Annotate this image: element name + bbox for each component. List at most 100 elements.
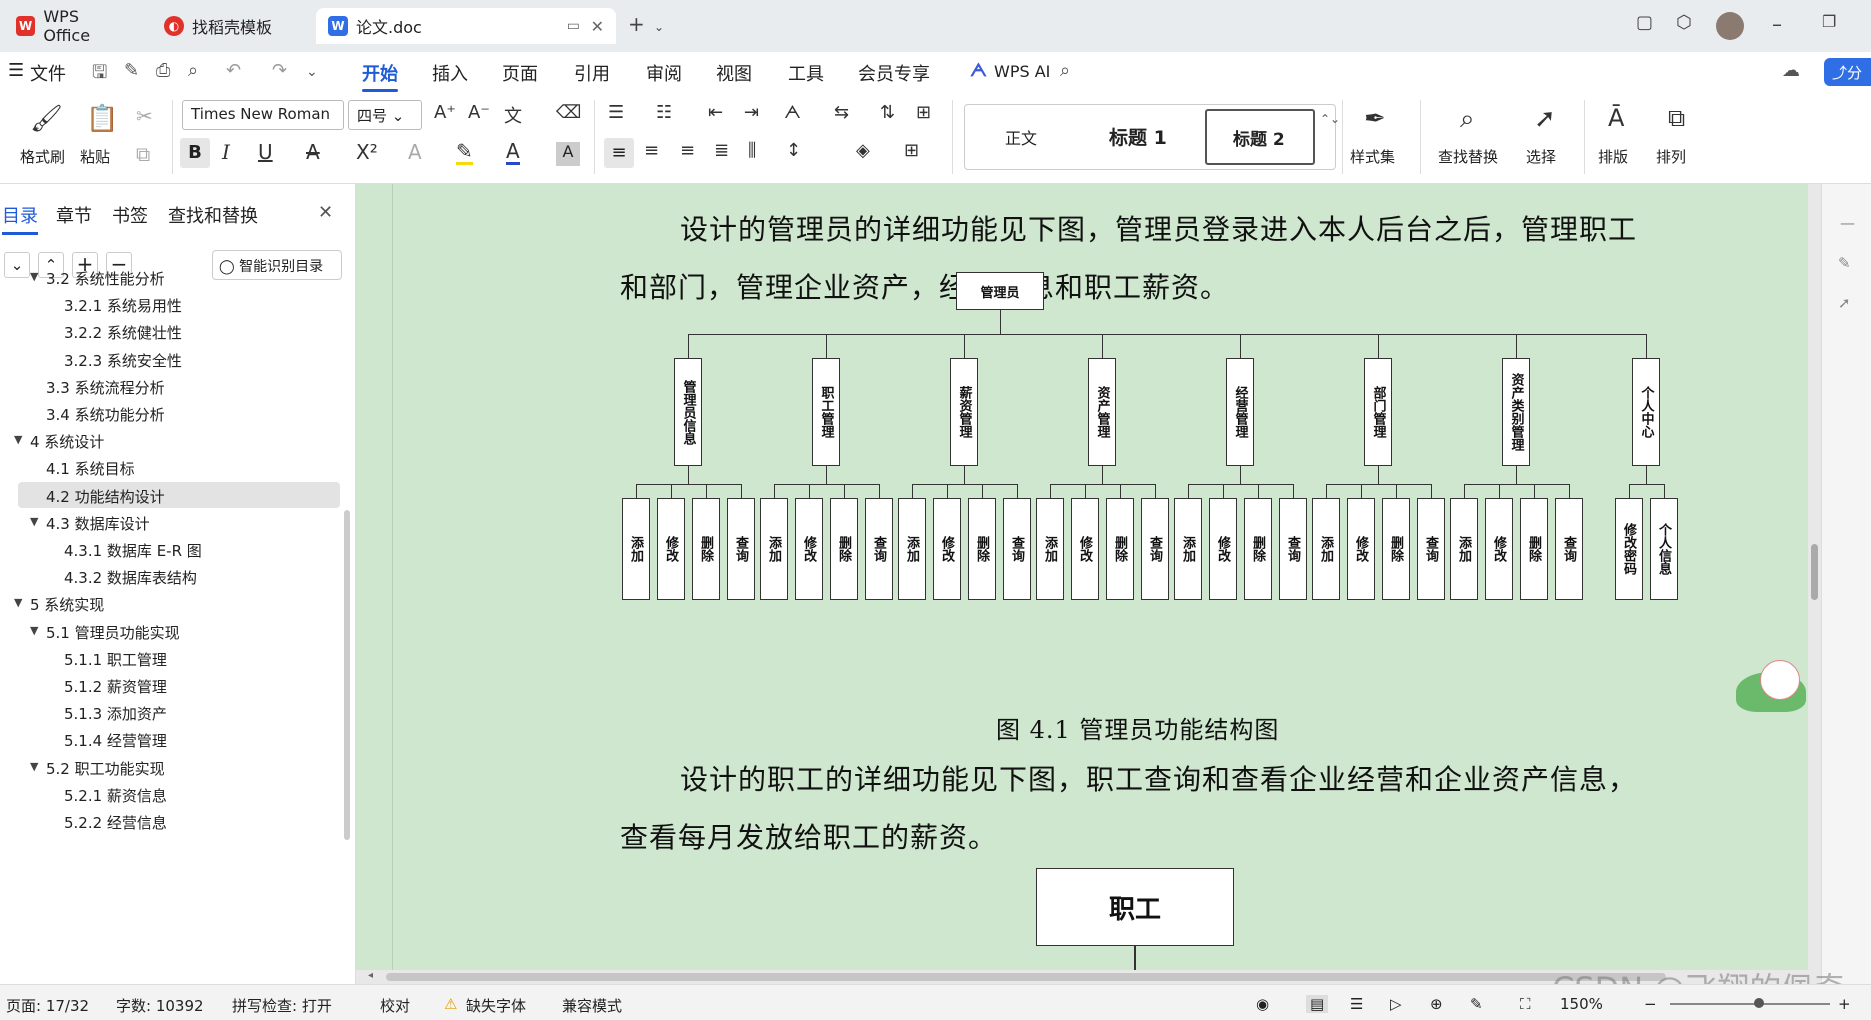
increase-indent-icon[interactable]: ⇥ [744, 102, 759, 123]
align-center-button[interactable]: ≡ [644, 140, 659, 161]
superscript-button[interactable]: X² [356, 140, 378, 164]
cut-icon[interactable]: ✂ [136, 104, 153, 128]
expand-caret-icon[interactable]: ▼ [30, 760, 38, 773]
menu-tab-page[interactable]: 页面 [502, 60, 538, 86]
bullet-list-icon[interactable]: ☰ [608, 102, 624, 123]
menu-hamburger-icon[interactable]: ☰ [8, 60, 24, 81]
print-preview-icon[interactable]: ⌕ [188, 60, 198, 81]
zoom-in-icon[interactable]: + [1838, 995, 1851, 1013]
edit-icon[interactable]: ✎ [1470, 995, 1483, 1013]
menu-tab-home[interactable]: 开始 [362, 60, 398, 92]
paste-icon[interactable]: 📋 [86, 104, 118, 134]
nav-tab-find[interactable]: 查找和替换 [168, 202, 258, 228]
fit-icon[interactable]: ⛶ [1520, 995, 1531, 1013]
layout-icon[interactable]: Ā [1608, 104, 1624, 132]
zoom-level[interactable]: 150% [1560, 995, 1603, 1013]
panel-tool-icon[interactable]: — [1840, 214, 1855, 232]
expand-caret-icon[interactable]: ▼ [14, 433, 22, 446]
menu-tab-insert[interactable]: 插入 [432, 60, 468, 86]
menu-tab-view[interactable]: 视图 [716, 60, 752, 86]
pen-icon[interactable]: ✎ [124, 60, 139, 81]
document-canvas[interactable]: 设计的管理员的详细功能见下图，管理员登录进入本人后台之后，管理职工 和部门，管理… [356, 184, 1821, 984]
page-view-icon[interactable]: ▤ [1306, 995, 1329, 1013]
expand-caret-icon[interactable]: ▼ [14, 596, 22, 609]
new-tab-icon[interactable]: + [628, 12, 645, 36]
window-mode-icon[interactable]: ▭ [567, 18, 580, 34]
phonetic-icon[interactable]: 文 [504, 102, 522, 128]
nav-tab-toc[interactable]: 目录 [2, 202, 38, 235]
cloud-icon[interactable]: ☁ [1782, 60, 1800, 81]
shrink-font-icon[interactable]: A⁻ [468, 102, 490, 123]
save-icon[interactable]: 🖫 [92, 60, 107, 90]
select-cursor-icon[interactable]: ➚ [1534, 104, 1556, 134]
tab-wps-office[interactable]: W WPS Office [4, 7, 140, 45]
maximize-icon[interactable]: ❐ [1822, 12, 1836, 31]
menu-tab-member[interactable]: 会员专享 [858, 60, 930, 86]
quick-access-chevron-icon[interactable]: ⌄ [306, 64, 318, 80]
undo-icon[interactable]: ↶ [226, 60, 241, 81]
underline-button[interactable]: U [258, 140, 273, 164]
expand-caret-icon[interactable]: ▼ [30, 270, 38, 283]
eye-protect-icon[interactable]: ◉ [1256, 995, 1269, 1013]
grow-font-icon[interactable]: A⁺ [434, 102, 456, 123]
copy-icon[interactable]: ⧉ [136, 142, 150, 166]
style-set-icon[interactable]: ✒ [1364, 104, 1386, 134]
search-icon[interactable]: ⌕ [1060, 60, 1070, 81]
layout-icon[interactable]: ▢ [1636, 12, 1653, 33]
avatar[interactable] [1716, 12, 1744, 40]
style-normal[interactable]: 正文 [1005, 125, 1037, 149]
minimize-icon[interactable]: – [1772, 12, 1782, 36]
menu-tab-reference[interactable]: 引用 [574, 60, 610, 86]
layout-label[interactable]: 排版 [1598, 146, 1628, 167]
clear-format-icon[interactable]: ⌫ [556, 102, 581, 123]
text-direction-icon[interactable]: ᗅ [784, 102, 801, 123]
print-icon[interactable]: ⎙ [156, 60, 170, 81]
expand-caret-icon[interactable]: ▼ [30, 515, 38, 528]
page-count[interactable]: 页面: 17/32 [6, 995, 89, 1016]
distribute-button[interactable]: ⫼ [748, 140, 756, 161]
pen-tool-icon[interactable]: ✎ [1838, 254, 1851, 272]
arrange-icon[interactable]: ⧉ [1668, 104, 1685, 132]
mascot-sticker[interactable] [1716, 654, 1816, 714]
play-icon[interactable]: ▷ [1390, 995, 1402, 1013]
table-grid-icon[interactable]: ⊞ [916, 102, 931, 123]
style-set-label[interactable]: 样式集 [1350, 146, 1395, 167]
style-scroll-icon[interactable]: ⌃⌄ [1320, 112, 1340, 126]
italic-button[interactable]: I [222, 140, 230, 164]
shading-button[interactable]: ◈ [856, 140, 870, 161]
zoom-slider-thumb[interactable] [1754, 998, 1764, 1008]
select-tool-icon[interactable]: ➚ [1838, 294, 1851, 312]
web-view-icon[interactable]: ⊕ [1430, 995, 1443, 1013]
paste-label[interactable]: 粘贴 [80, 146, 110, 167]
outline-view-icon[interactable]: ☰ [1350, 995, 1363, 1013]
char-shading-button[interactable]: A [556, 142, 580, 166]
font-color-button[interactable]: A [506, 140, 520, 165]
decrease-indent-icon[interactable]: ⇤ [708, 102, 723, 123]
tab-template[interactable]: ◐ 找稻壳模板 [152, 8, 302, 44]
redo-icon[interactable]: ↷ [272, 60, 287, 81]
highlight-button[interactable]: ✎ [456, 140, 473, 165]
zoom-slider[interactable] [1670, 998, 1830, 1008]
menu-file[interactable]: 文件 [30, 60, 66, 86]
align-right-button[interactable]: ≡ [680, 140, 695, 161]
style-heading-2[interactable]: 标题 2 [1205, 109, 1315, 165]
menu-tab-review[interactable]: 审阅 [646, 60, 682, 86]
numbered-list-icon[interactable]: ☷ [656, 102, 672, 123]
menu-tab-tools[interactable]: 工具 [788, 60, 824, 86]
close-pane-icon[interactable]: ✕ [318, 202, 333, 223]
align-left-button[interactable]: ≡ [604, 138, 634, 168]
proofread[interactable]: 校对 [380, 995, 410, 1016]
vertical-scrollbar[interactable] [1808, 184, 1821, 970]
menu-wps-ai[interactable]: WPS AI [994, 62, 1050, 81]
scroll-left-icon[interactable]: ◂ [368, 970, 373, 981]
nav-tab-chapter[interactable]: 章节 [56, 202, 92, 228]
line-spacing-button[interactable]: ↕ [786, 140, 801, 161]
find-replace-label[interactable]: 查找替换 [1438, 146, 1498, 167]
style-heading-1[interactable]: 标题 1 [1109, 123, 1167, 150]
format-painter-label[interactable]: 格式刷 [20, 146, 65, 167]
border-button[interactable]: ⊞ [904, 140, 919, 161]
sidebar-scrollbar[interactable] [344, 510, 350, 840]
arrange-label[interactable]: 排列 [1656, 146, 1686, 167]
select-label[interactable]: 选择 [1526, 146, 1556, 167]
sort-icon[interactable]: ⇅ [880, 102, 895, 123]
